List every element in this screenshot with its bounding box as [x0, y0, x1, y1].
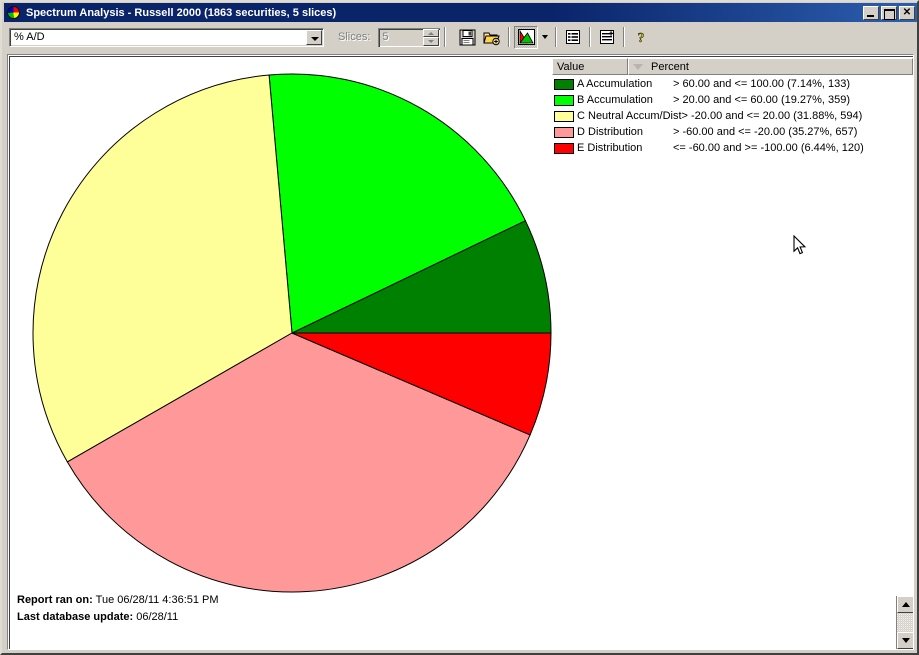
chart-type-button[interactable] — [514, 25, 539, 49]
legend-row-range: > 20.00 and <= 60.00 (19.27%, 359) — [673, 94, 851, 106]
legend-color-swatch — [554, 94, 574, 106]
legend-row-range: <= -60.00 and >= -100.00 (6.44%, 120) — [673, 142, 864, 154]
floppy-disk-icon — [459, 29, 476, 45]
legend-column-value[interactable]: Value — [552, 58, 628, 75]
toolbar-separator — [589, 27, 592, 47]
slices-label: Slices: — [338, 31, 371, 43]
legend-rows: A Accumulation > 60.00 and <= 100.00 (7.1… — [552, 75, 913, 156]
legend-row-range: > -60.00 and <= -20.00 (35.27%, 657) — [673, 126, 858, 138]
open-folder-icon — [483, 32, 501, 45]
report-canvas: Value Percent A Accumulation > 60.00 and … — [9, 56, 913, 649]
question-mark-icon: ? — [638, 31, 645, 45]
toolbar-separator — [555, 27, 558, 47]
toolbar-separator — [623, 27, 626, 47]
legend-color-swatch — [554, 142, 574, 154]
pie-chart-icon[interactable] — [6, 5, 22, 20]
list-view-button[interactable] — [561, 26, 585, 49]
toolbar-separator — [444, 27, 447, 47]
slices-stepper[interactable]: 5 — [378, 27, 441, 47]
application-window: Spectrum Analysis - Russell 2000 (1863 s… — [0, 0, 919, 655]
vertical-scrollbar[interactable] — [896, 596, 913, 649]
slices-updown-buttons[interactable] — [423, 28, 440, 46]
legend-row-name: A Accumulation — [577, 78, 653, 90]
scroll-up-button[interactable] — [897, 596, 913, 613]
report-client-area: Value Percent A Accumulation > 60.00 and … — [7, 54, 914, 650]
legend-color-swatch — [554, 78, 574, 90]
close-button[interactable]: ✕ — [899, 5, 915, 20]
last-update-value: 06/28/11 — [136, 611, 179, 623]
open-button[interactable] — [480, 26, 504, 49]
legend-header-row: Value Percent — [552, 58, 913, 75]
scrollbar-track[interactable] — [897, 613, 913, 632]
legend-color-swatch — [554, 110, 574, 122]
help-button[interactable]: ? — [629, 26, 653, 49]
scroll-down-button[interactable] — [897, 632, 913, 649]
report-ran-line: Report ran on: Tue 06/28/11 4:36:51 PM — [17, 592, 219, 609]
chart-legend: Value Percent A Accumulation > 60.00 and … — [552, 58, 913, 158]
svg-text:?: ? — [638, 31, 645, 45]
toolbar-separator — [508, 27, 511, 47]
list-icon — [566, 30, 581, 44]
legend-row-range: > 60.00 and <= 100.00 (7.14%, 133) — [673, 78, 851, 90]
slices-decrement-button[interactable] — [423, 37, 440, 46]
save-button[interactable] — [456, 26, 480, 49]
title-bar[interactable]: Spectrum Analysis - Russell 2000 (1863 s… — [4, 3, 917, 22]
legend-column-percent[interactable]: Percent — [628, 58, 913, 75]
field-select[interactable]: % A/D — [9, 27, 324, 47]
legend-row[interactable]: E Distribution <= -60.00 and >= -100.00 (… — [552, 140, 913, 156]
last-update-line: Last database update: 06/28/11 — [17, 609, 219, 626]
legend-row-name: C Neutral Accum/Dist — [577, 110, 682, 122]
slices-value: 5 — [382, 31, 389, 43]
minimize-button[interactable] — [863, 5, 879, 20]
field-select-value: % A/D — [14, 31, 45, 43]
window-title: Spectrum Analysis - Russell 2000 (1863 s… — [26, 6, 337, 19]
list-plus-icon — [600, 30, 615, 44]
report-footer: Report ran on: Tue 06/28/11 4:36:51 PM L… — [17, 592, 219, 626]
maximize-button[interactable] — [881, 5, 897, 20]
legend-row-name: D Distribution — [577, 126, 644, 138]
legend-color-swatch — [554, 126, 574, 138]
legend-row-range: > -20.00 and <= 20.00 (31.88%, 594) — [681, 110, 863, 122]
toolbar: % A/D Slices: 5 ? — [4, 23, 917, 51]
add-report-button[interactable] — [595, 26, 619, 49]
sort-descending-icon — [629, 63, 647, 70]
legend-row[interactable]: B Accumulation > 20.00 and <= 60.00 (19.2… — [552, 92, 913, 108]
legend-row[interactable]: C Neutral Accum/Dist > -20.00 and <= 20.0… — [552, 108, 913, 124]
last-update-label: Last database update: — [17, 611, 134, 623]
pie-slices — [32, 73, 552, 593]
legend-column-percent-label: Percent — [651, 60, 689, 73]
chevron-down-icon[interactable] — [306, 29, 322, 45]
chart-type-dropdown[interactable] — [538, 26, 551, 49]
legend-row-name: B Accumulation — [577, 94, 653, 106]
pie-chart-icon — [517, 29, 535, 45]
legend-row[interactable]: D Distribution > -60.00 and <= -20.00 (35… — [552, 124, 913, 140]
pie-chart[interactable] — [30, 71, 554, 595]
slices-increment-button[interactable] — [423, 28, 440, 37]
legend-row-name: E Distribution — [577, 142, 643, 154]
report-ran-label: Report ran on: — [17, 594, 93, 606]
legend-row[interactable]: A Accumulation > 60.00 and <= 100.00 (7.1… — [552, 76, 913, 92]
window-controls: ✕ — [863, 5, 915, 20]
report-ran-value: Tue 06/28/11 4:36:51 PM — [95, 594, 219, 606]
